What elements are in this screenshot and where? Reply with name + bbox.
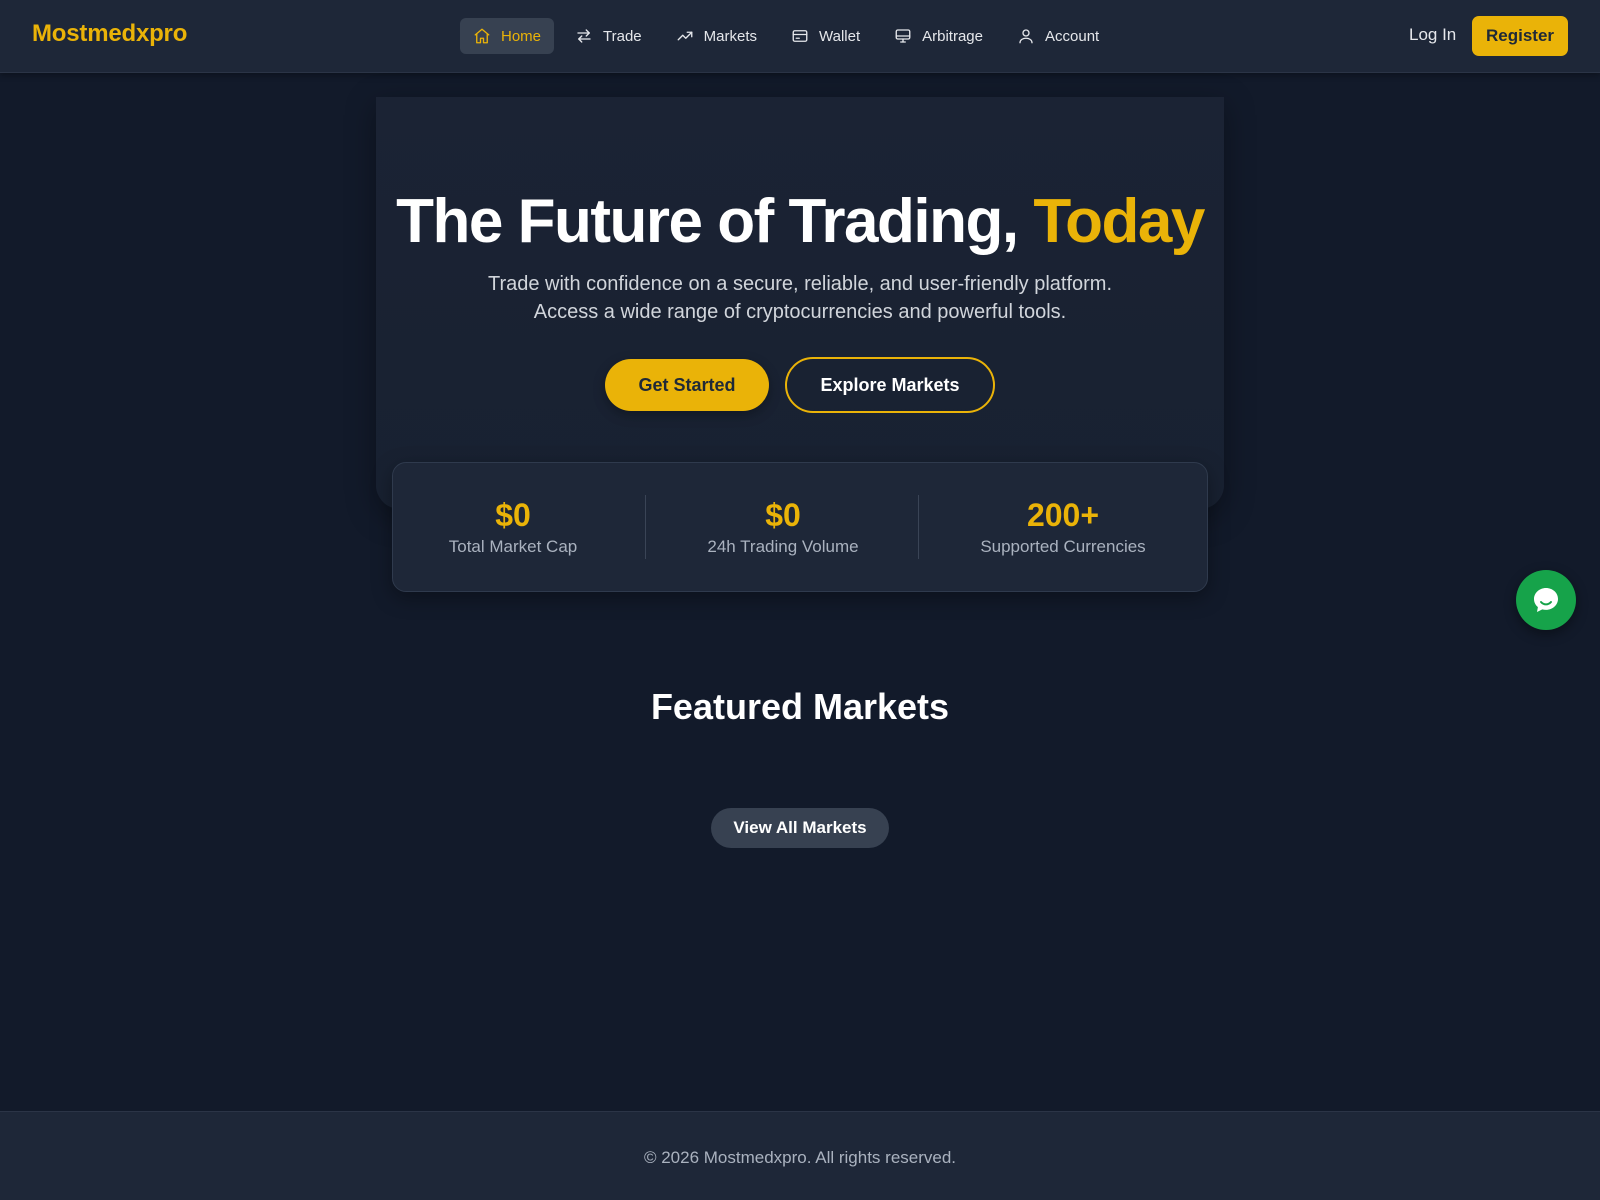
nav-item-home[interactable]: Home bbox=[460, 18, 555, 54]
hero-subtitle-line-1: Trade with confidence on a secure, relia… bbox=[487, 273, 1113, 295]
nav-item-markets[interactable]: Markets bbox=[663, 18, 770, 54]
nav-item-label: Wallet bbox=[819, 27, 861, 45]
stat-divider bbox=[645, 495, 646, 559]
monitor-icon bbox=[895, 29, 911, 43]
wallet-card-icon bbox=[792, 30, 808, 42]
stat-value: $0 bbox=[765, 497, 801, 533]
nav-item-arbitrage[interactable]: Arbitrage bbox=[881, 18, 996, 54]
stat-divider bbox=[918, 495, 919, 559]
hero-title-accent: Today bbox=[1033, 187, 1205, 256]
stat-value: $0 bbox=[495, 497, 531, 533]
hero-title: The Future of Trading, Today bbox=[0, 186, 1600, 257]
nav-item-wallet[interactable]: Wallet bbox=[778, 18, 873, 54]
arrows-swap-icon bbox=[577, 29, 591, 43]
stat-value: 200+ bbox=[1026, 497, 1100, 533]
nav-item-account[interactable]: Account bbox=[1004, 18, 1112, 54]
brand-logo[interactable]: Mostmedxpro bbox=[32, 20, 187, 48]
view-all-markets-button[interactable]: View All Markets bbox=[711, 808, 889, 848]
home-icon bbox=[474, 28, 490, 44]
nav-item-trade[interactable]: Trade bbox=[562, 18, 655, 54]
footer-copyright: © 2026 Mostmedxpro. All rights reserved. bbox=[643, 1148, 957, 1167]
user-icon bbox=[1019, 29, 1033, 44]
trending-up-icon bbox=[677, 31, 693, 41]
login-link[interactable]: Log In bbox=[1409, 25, 1456, 45]
stats-card: $0 Total Market Cap $0 24h Trading Volum… bbox=[392, 462, 1208, 592]
nav-item-label: Arbitrage bbox=[922, 27, 983, 45]
top-navbar: Mostmedxpro Home Trade Markets Wallet Ar… bbox=[0, 0, 1600, 73]
nav-item-label: Account bbox=[1045, 27, 1100, 45]
hero-title-main: The Future of Trading, bbox=[396, 187, 1034, 256]
main-nav: Home Trade Markets Wallet Arbitrage Acco… bbox=[460, 18, 1112, 54]
stat-trading-volume: $0 24h Trading Volume bbox=[693, 497, 873, 557]
nav-item-label: Markets bbox=[703, 27, 757, 45]
live-chat-button[interactable] bbox=[1516, 570, 1576, 630]
featured-markets-heading: Featured Markets bbox=[650, 686, 950, 727]
nav-item-label: Trade bbox=[603, 27, 642, 45]
stat-label: Supported Currencies bbox=[980, 537, 1146, 556]
footer: © 2026 Mostmedxpro. All rights reserved. bbox=[0, 1111, 1600, 1200]
explore-markets-button[interactable]: Explore Markets bbox=[785, 357, 995, 413]
stat-supported-currencies: 200+ Supported Currencies bbox=[963, 497, 1163, 557]
nav-item-label: Home bbox=[501, 27, 542, 45]
get-started-button[interactable]: Get Started bbox=[605, 359, 769, 411]
hero-subtitle: Trade with confidence on a secure, relia… bbox=[0, 270, 1600, 326]
stat-label: Total Market Cap bbox=[448, 537, 578, 556]
chat-bubble-icon bbox=[1534, 588, 1558, 612]
stat-label: 24h Trading Volume bbox=[707, 537, 859, 556]
hero-subtitle-line-2: Access a wide range of cryptocurrencies … bbox=[533, 301, 1067, 323]
register-button[interactable]: Register bbox=[1472, 16, 1568, 56]
stat-market-cap: $0 Total Market Cap bbox=[433, 497, 593, 557]
